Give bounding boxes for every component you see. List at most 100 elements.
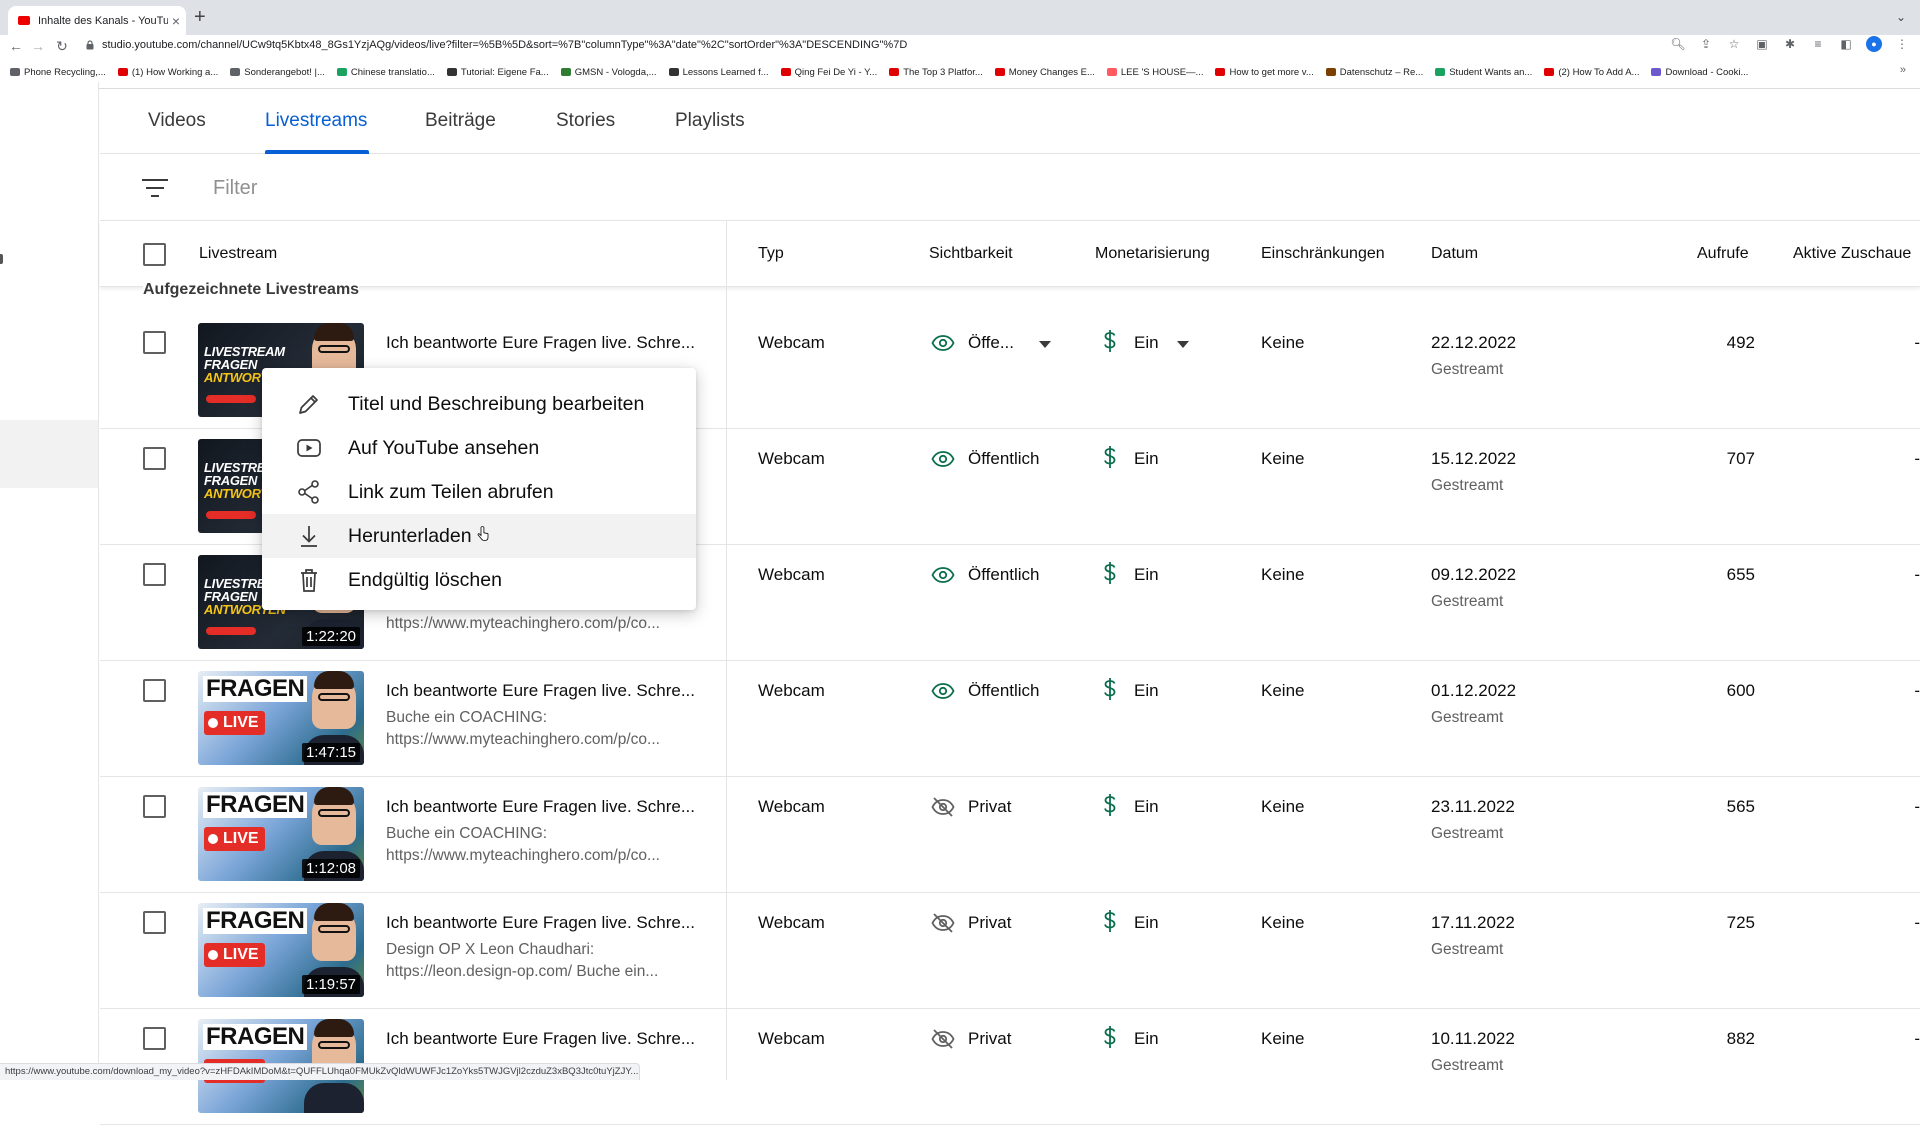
row-checkbox[interactable] xyxy=(143,331,166,354)
views-value: 882 xyxy=(1726,1029,1755,1048)
new-tab-button[interactable]: + xyxy=(194,7,206,27)
address-url: studio.youtube.com/channel/UCw9tq5Kbtx48… xyxy=(102,39,908,51)
tab-search-chevron-icon[interactable]: ⌄ xyxy=(1896,10,1906,24)
row-checkbox[interactable] xyxy=(143,447,166,470)
bookmark-item[interactable]: Datenschutz – Re... xyxy=(1325,67,1423,78)
views-value: 492 xyxy=(1726,333,1755,352)
row-checkbox[interactable] xyxy=(143,1027,166,1050)
back-button[interactable]: ← xyxy=(6,38,26,54)
dollar-icon xyxy=(1102,445,1118,469)
zoom-icon[interactable]: 🔍︎ xyxy=(1670,36,1686,52)
bookmark-label: Download - Cooki... xyxy=(1665,66,1749,78)
menu-item-watch-on-youtube[interactable]: Auf YouTube ansehen xyxy=(262,426,696,470)
bookmark-favicon-icon xyxy=(117,68,128,76)
active-viewers-value: - xyxy=(1914,681,1920,700)
dollar-icon xyxy=(1102,793,1118,817)
bookmark-item[interactable]: Money Changes E... xyxy=(994,67,1095,78)
browser-tab[interactable]: Inhalte des Kanals - YouTube S × xyxy=(8,6,186,35)
menu-item-edit-title[interactable]: Titel und Beschreibung bearbeiten xyxy=(262,382,696,426)
tab-playlists[interactable]: Playlists xyxy=(675,110,745,132)
bookmark-item[interactable]: Lessons Learned f... xyxy=(668,67,769,78)
bookmark-item[interactable]: Tutorial: Eigene Fa... xyxy=(446,67,549,78)
bookmark-item[interactable]: Download - Cooki... xyxy=(1651,67,1748,78)
table-row[interactable]: FRAGEN LIVE 1:19:57 Ich beantworte Eure Fra… xyxy=(100,893,1920,1009)
tab-livestreams[interactable]: Livestreams xyxy=(265,110,367,132)
col-visibility[interactable]: Sichtbarkeit xyxy=(929,245,1013,263)
date-status: Gestreamt xyxy=(1431,361,1504,378)
monetization-value[interactable]: Ein xyxy=(1134,333,1159,353)
browser-menu-icon[interactable]: ⋮ xyxy=(1894,36,1910,52)
video-type: Webcam xyxy=(758,333,825,352)
date-value: 15.12.2022 xyxy=(1431,449,1517,468)
reading-list-icon[interactable]: ≡ xyxy=(1810,36,1826,52)
row-checkbox[interactable] xyxy=(143,795,166,818)
tab-beitraege[interactable]: Beiträge xyxy=(425,110,496,132)
eye-icon xyxy=(931,447,955,471)
col-views[interactable]: Aufrufe xyxy=(1697,245,1749,263)
filter-icon[interactable] xyxy=(142,178,168,198)
video-title[interactable]: Ich beantworte Eure Fragen live. Schre..… xyxy=(386,1029,716,1049)
close-tab-icon[interactable]: × xyxy=(172,13,180,29)
video-description: Design OP X Leon Chaudhari: https://leon.… xyxy=(386,941,659,980)
side-panel-icon[interactable]: ◧ xyxy=(1838,36,1854,52)
profile-avatar-icon[interactable]: ● xyxy=(1866,36,1882,52)
table-row[interactable]: FRAGEN LIVE 1:12:08 Ich beantworte Eure Fra… xyxy=(100,777,1920,893)
col-restrictions[interactable]: Einschränkungen xyxy=(1261,245,1385,263)
monetization-dropdown-caret-icon[interactable] xyxy=(1177,341,1189,348)
col-active-viewers[interactable]: Aktive Zuschaue xyxy=(1793,245,1911,263)
address-bar[interactable]: studio.youtube.com/channel/UCw9tq5Kbtx48… xyxy=(86,36,907,54)
bookmark-item[interactable]: How to get more v... xyxy=(1215,67,1314,78)
extensions-puzzle-icon[interactable]: ✱ xyxy=(1782,36,1798,52)
bookmark-star-icon[interactable]: ☆ xyxy=(1726,36,1742,52)
monetization-value: Ein xyxy=(1134,449,1159,468)
menu-item-delete-forever[interactable]: Endgültig löschen xyxy=(262,558,696,602)
bookmark-item[interactable]: Phone Recycling,... xyxy=(10,67,106,78)
bookmark-item[interactable]: The Top 3 Platfor... xyxy=(889,67,983,78)
video-type: Webcam xyxy=(758,681,825,700)
bookmark-favicon-icon xyxy=(1325,68,1336,76)
col-livestream[interactable]: Livestream xyxy=(199,245,277,263)
thumbnail-hair xyxy=(314,903,354,921)
thumbnail-badge xyxy=(206,511,256,519)
bookmark-item[interactable]: Sonderangebot! |... xyxy=(230,67,325,78)
tab-videos[interactable]: Videos xyxy=(148,110,206,132)
col-type[interactable]: Typ xyxy=(758,245,784,263)
row-checkbox[interactable] xyxy=(143,911,166,934)
live-badge: LIVE xyxy=(204,943,265,967)
col-monetization[interactable]: Monetarisierung xyxy=(1095,245,1210,263)
bookmark-item[interactable]: Qing Fei De Yi - Y... xyxy=(780,66,878,78)
filter-input[interactable] xyxy=(213,176,813,200)
row-checkbox[interactable] xyxy=(143,563,166,586)
bookmark-item[interactable]: LEE 'S HOUSE—... xyxy=(1106,67,1203,78)
bookmark-item[interactable]: GMSN - Vologda,... xyxy=(560,67,657,78)
video-title[interactable]: Ich beantworte Eure Fragen live. Schre..… xyxy=(386,913,716,933)
nav-item-content-selected[interactable] xyxy=(0,420,98,488)
bookmark-label: (2) How To Add A... xyxy=(1558,66,1640,78)
video-thumbnail[interactable]: FRAGEN LIVE 1:19:57 xyxy=(198,903,364,997)
video-thumbnail[interactable]: FRAGEN LIVE 1:47:15 xyxy=(198,671,364,765)
tab-stories[interactable]: Stories xyxy=(556,110,615,132)
visibility-dropdown-caret-icon[interactable] xyxy=(1039,341,1051,348)
more-bookmarks-icon[interactable]: » xyxy=(1900,64,1906,76)
bookmark-item[interactable]: (2) How To Add A... xyxy=(1544,67,1639,78)
table-row[interactable]: FRAGEN LIVE 1:47:15 Ich beantworte Eure Fra… xyxy=(100,661,1920,777)
video-title[interactable]: Ich beantworte Eure Fragen live. Schre..… xyxy=(386,681,716,701)
col-date[interactable]: Datum xyxy=(1431,245,1478,263)
bookmark-item[interactable]: Chinese translatio... xyxy=(336,67,435,78)
video-title[interactable]: Ich beantworte Eure Fragen live. Schre..… xyxy=(386,333,716,353)
video-type: Webcam xyxy=(758,565,825,584)
menu-item-get-share-link[interactable]: Link zum Teilen abrufen xyxy=(262,470,696,514)
bookmark-label: Qing Fei De Yi - Y... xyxy=(794,66,878,78)
video-title[interactable]: Ich beantworte Eure Fragen live. Schre..… xyxy=(386,797,716,817)
date-status: Gestreamt xyxy=(1431,941,1504,958)
extension-icon[interactable]: ▣ xyxy=(1754,36,1770,52)
bookmark-item[interactable]: Student Wants an... xyxy=(1435,67,1532,78)
reload-button[interactable]: ↻ xyxy=(52,38,72,54)
video-thumbnail[interactable]: FRAGEN LIVE 1:12:08 xyxy=(198,787,364,881)
bookmark-item[interactable]: (1) How Working a... xyxy=(117,67,218,78)
share-page-icon[interactable]: ⇪ xyxy=(1698,36,1714,52)
visibility-value[interactable]: Öffe... xyxy=(968,333,1014,353)
row-checkbox[interactable] xyxy=(143,679,166,702)
select-all-checkbox[interactable] xyxy=(143,243,166,266)
forward-button[interactable]: → xyxy=(28,38,48,54)
